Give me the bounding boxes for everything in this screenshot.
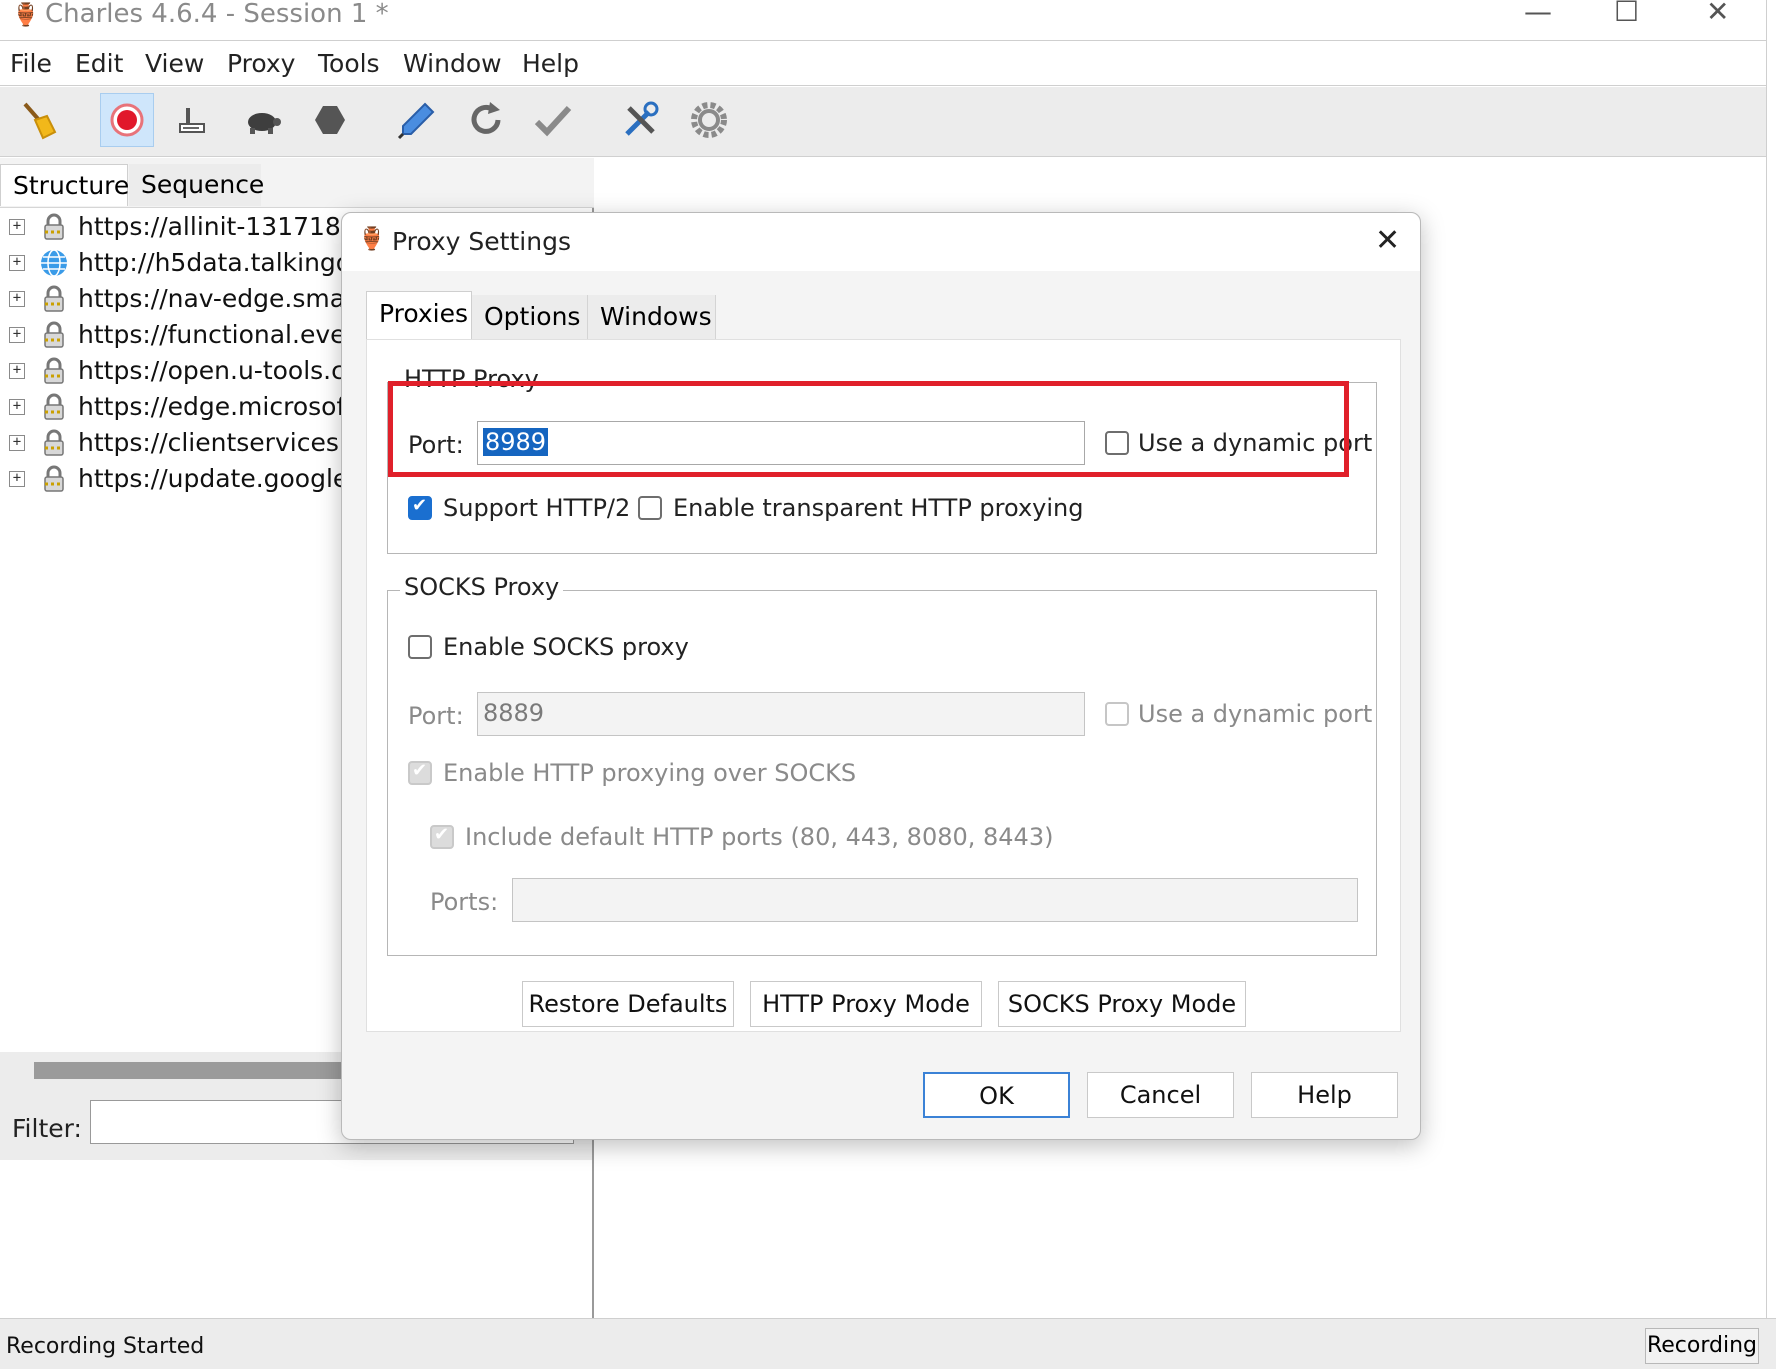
right-edge <box>1766 0 1776 1318</box>
socks-proxy-legend: SOCKS Proxy <box>400 573 564 601</box>
expand-icon[interactable]: + <box>9 327 25 343</box>
menu-tools[interactable]: Tools <box>318 49 380 78</box>
status-text: Recording Started <box>6 1334 205 1359</box>
http-over-socks-label: Enable HTTP proxying over SOCKS <box>443 759 857 787</box>
restore-defaults-button[interactable]: Restore Defaults <box>522 981 734 1027</box>
status-bar <box>0 1318 1776 1369</box>
tab-windows[interactable]: Windows <box>588 295 716 339</box>
tree-row-label: https://allinit-13171824 <box>78 212 373 241</box>
globe-icon <box>39 248 69 278</box>
title-bar: 🏺 Charles 4.6.4 - Session 1 * — ☐ ✕ <box>0 0 1766 40</box>
transparent-proxy-label: Enable transparent HTTP proxying <box>673 494 1084 522</box>
tab-proxies[interactable]: Proxies <box>366 291 472 339</box>
ports-input[interactable] <box>512 878 1358 922</box>
expand-icon[interactable]: + <box>9 219 25 235</box>
maximize-icon[interactable]: ☐ <box>1614 0 1639 26</box>
filter-label: Filter: <box>12 1114 82 1143</box>
window-title: Charles 4.6.4 - Session 1 * <box>45 0 389 29</box>
tools-icon[interactable] <box>614 93 668 147</box>
socks-port-input[interactable]: 8889 <box>477 692 1085 736</box>
ports-label: Ports: <box>430 888 499 916</box>
menu-window[interactable]: Window <box>403 49 502 78</box>
menu-file[interactable]: File <box>10 49 52 78</box>
support-http2-label: Support HTTP/2 <box>443 494 631 522</box>
enable-socks-checkbox[interactable] <box>408 635 432 659</box>
menu-edit[interactable]: Edit <box>75 49 123 78</box>
menu-bar: File Edit View Proxy Tools Window Help <box>0 40 1766 86</box>
tree-row-label: https://update.googlea <box>78 464 364 493</box>
lock-icon <box>39 392 69 422</box>
proxy-settings-dialog: 🏺 Proxy Settings ✕ Proxies Options Windo… <box>341 212 1421 1140</box>
throttle-icon[interactable] <box>165 93 219 147</box>
toolbar <box>0 87 1766 157</box>
lock-icon <box>39 284 69 314</box>
menu-view[interactable]: View <box>145 49 204 78</box>
socks-dynamic-port-label: Use a dynamic port <box>1138 700 1373 728</box>
app-icon: 🏺 <box>12 3 40 28</box>
left-tab-strip: Structure Sequence <box>0 158 594 208</box>
menu-proxy[interactable]: Proxy <box>227 49 295 78</box>
include-default-ports-label: Include default HTTP ports (80, 443, 808… <box>465 823 1054 851</box>
close-icon[interactable]: ✕ <box>1706 0 1729 26</box>
pen-icon[interactable] <box>390 93 444 147</box>
tab-options[interactable]: Options <box>472 295 588 339</box>
menu-help[interactable]: Help <box>522 49 579 78</box>
tab-sequence[interactable]: Sequence <box>129 164 264 206</box>
lock-icon <box>39 320 69 350</box>
support-http2-checkbox[interactable]: ✔ <box>408 495 432 520</box>
expand-icon[interactable]: + <box>9 255 25 271</box>
dialog-title: Proxy Settings <box>392 227 571 256</box>
tree-row-label: https://nav-edge.smart <box>78 284 366 313</box>
turtle-icon[interactable] <box>235 93 289 147</box>
tree-row-label: https://functional.even <box>78 320 362 349</box>
tree-row-label: http://h5data.talkingda <box>78 248 367 277</box>
socks-proxy-mode-button[interactable]: SOCKS Proxy Mode <box>998 981 1246 1027</box>
http-proxy-mode-button[interactable]: HTTP Proxy Mode <box>750 981 982 1027</box>
stop-icon[interactable] <box>303 93 357 147</box>
tab-structure[interactable]: Structure <box>0 164 129 206</box>
tree-row-label: https://clientservices.go <box>78 428 378 457</box>
tree-row-label: https://edge.microsoft. <box>78 392 363 421</box>
lock-icon <box>39 428 69 458</box>
socks-port-label: Port: <box>408 702 464 730</box>
app-icon: 🏺 <box>358 227 386 252</box>
refresh-icon[interactable] <box>459 93 513 147</box>
enable-socks-label: Enable SOCKS proxy <box>443 633 689 661</box>
broom-icon[interactable] <box>12 93 66 147</box>
socks-proxy-group: SOCKS Proxy Enable SOCKS proxy Port: 888… <box>387 573 1377 956</box>
highlight-annotation <box>388 381 1349 477</box>
ok-button[interactable]: OK <box>923 1072 1070 1118</box>
recording-button[interactable]: Recording <box>1645 1328 1759 1364</box>
transparent-proxy-checkbox[interactable] <box>638 496 662 520</box>
lock-icon <box>39 356 69 386</box>
expand-icon[interactable]: + <box>9 291 25 307</box>
expand-icon[interactable]: + <box>9 435 25 451</box>
check-icon[interactable] <box>526 93 580 147</box>
close-icon[interactable]: ✕ <box>1375 223 1400 258</box>
lock-icon <box>39 212 69 242</box>
http-over-socks-checkbox[interactable]: ✔ <box>408 760 432 785</box>
record-icon[interactable] <box>100 93 154 147</box>
expand-icon[interactable]: + <box>9 399 25 415</box>
gear-icon[interactable] <box>682 93 736 147</box>
expand-icon[interactable]: + <box>9 363 25 379</box>
include-default-ports-checkbox[interactable]: ✔ <box>430 824 454 849</box>
help-button[interactable]: Help <box>1251 1072 1398 1118</box>
dialog-title-bar: 🏺 Proxy Settings ✕ <box>342 213 1420 271</box>
expand-icon[interactable]: + <box>9 471 25 487</box>
socks-dynamic-port-checkbox[interactable] <box>1105 702 1129 726</box>
tree-row-label: https://open.u-tools.cn <box>78 356 361 385</box>
lock-icon <box>39 464 69 494</box>
minimize-icon[interactable]: — <box>1524 0 1552 26</box>
cancel-button[interactable]: Cancel <box>1087 1072 1234 1118</box>
